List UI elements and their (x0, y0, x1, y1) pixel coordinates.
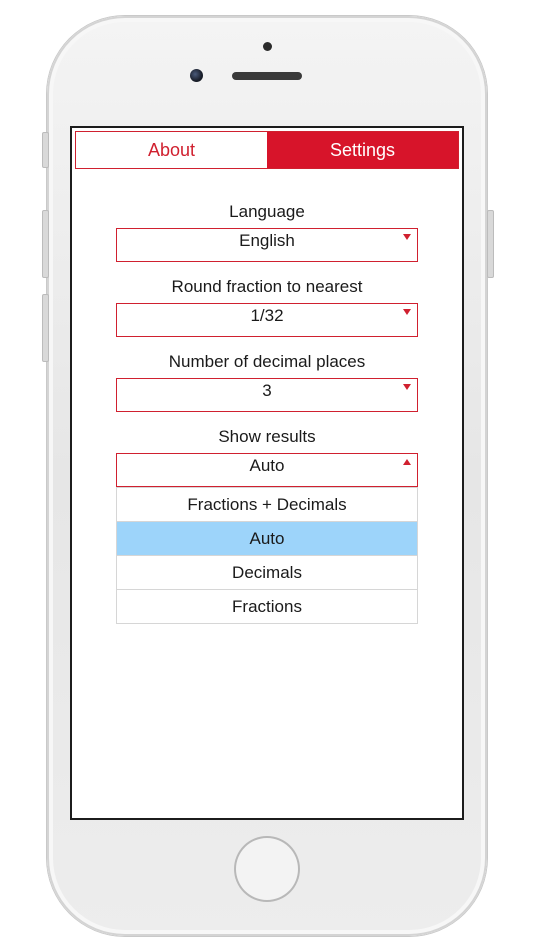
show-results-value: Auto (249, 456, 285, 475)
language-select[interactable]: English (116, 228, 418, 262)
tab-bar: About Settings (75, 131, 459, 169)
app-screen: About Settings Language English Round fr… (72, 128, 462, 818)
chevron-down-icon (403, 234, 411, 240)
round-fraction-select[interactable]: 1/32 (116, 303, 418, 337)
decimal-places-value: 3 (262, 381, 272, 400)
chevron-up-icon (403, 459, 411, 465)
round-fraction-label: Round fraction to nearest (171, 277, 363, 296)
chevron-down-icon (403, 384, 411, 390)
option-fractions-decimals[interactable]: Fractions + Decimals (117, 488, 417, 522)
volume-up-button[interactable] (42, 210, 49, 278)
round-fraction-value: 1/32 (250, 306, 284, 325)
language-value: English (239, 231, 295, 250)
device-frame: About Settings Language English Round fr… (0, 0, 534, 950)
volume-down-button[interactable] (42, 294, 49, 362)
mute-switch[interactable] (42, 132, 49, 168)
option-fractions[interactable]: Fractions (117, 590, 417, 623)
decimal-places-label: Number of decimal places (168, 352, 366, 371)
front-camera (190, 69, 203, 82)
tab-settings[interactable]: Settings (267, 132, 458, 168)
show-results-select[interactable]: Auto (116, 453, 418, 487)
option-auto[interactable]: Auto (117, 522, 417, 556)
home-button[interactable] (234, 836, 300, 902)
option-decimals[interactable]: Decimals (117, 556, 417, 590)
show-results-label: Show results (218, 427, 316, 446)
show-results-options: Fractions + Decimals Auto Decimals Fract… (116, 487, 418, 624)
language-label: Language (229, 202, 305, 221)
earpiece-speaker (232, 72, 302, 80)
proximity-sensor (263, 42, 272, 51)
chevron-down-icon (403, 309, 411, 315)
tab-about[interactable]: About (76, 132, 267, 168)
decimal-places-select[interactable]: 3 (116, 378, 418, 412)
power-button[interactable] (487, 210, 494, 278)
